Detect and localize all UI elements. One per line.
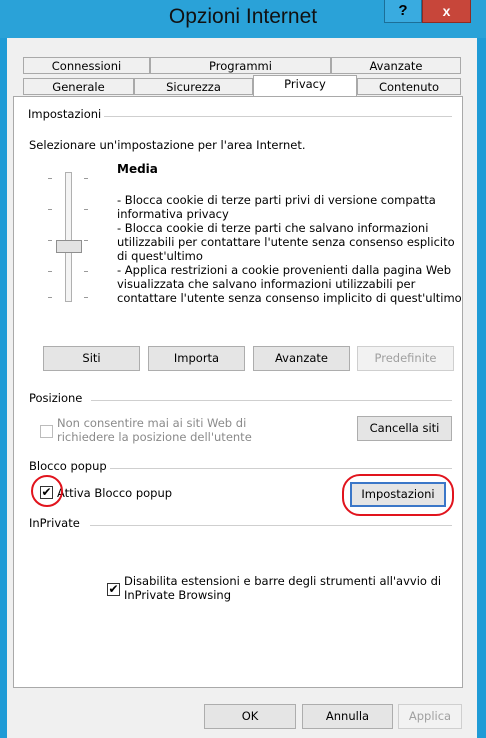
dialog-window: Opzioni Internet ? x Connessioni Program… [0,0,486,738]
location-group-divider [91,400,452,401]
slider-tick [48,240,52,241]
tab-generale[interactable]: Generale [23,78,134,95]
privacy-description-line: contattare l'utente senza consenso impli… [117,291,462,305]
privacy-description-line: informativa privacy [117,207,229,221]
privacy-description-line: - Blocca cookie di terze parti che salva… [117,221,429,235]
location-checkbox-label: richiedere la posizione dell'utente [57,430,252,444]
inprivate-checkbox[interactable]: ✔ [107,583,120,596]
apply-button[interactable]: Applica [398,704,462,729]
inprivate-group-label: InPrivate [29,516,80,530]
privacy-level-slider[interactable] [48,172,100,302]
slider-tick [48,209,52,210]
help-button[interactable]: ? [384,0,422,23]
inprivate-checkbox-label: InPrivate Browsing [124,588,232,602]
location-checkbox-label: Non consentire mai ai siti Web di [57,416,247,430]
slider-tick [84,178,88,179]
inprivate-checkbox-label: Disabilita estensioni e barre degli stru… [124,574,442,588]
highlight-circle [31,475,63,507]
slider-thumb[interactable] [56,240,82,253]
advanced-button[interactable]: Avanzate [253,346,350,371]
sites-button[interactable]: Siti [43,346,140,371]
close-button[interactable]: x [422,0,471,23]
privacy-description-line: utilizzabili per contattare l'utente sen… [117,235,455,249]
slider-tick [84,209,88,210]
privacy-level-title: Media [117,162,158,176]
title-bar[interactable]: Opzioni Internet ? x [0,0,486,38]
clear-sites-button[interactable]: Cancella siti [357,416,452,441]
ok-button[interactable]: OK [204,704,296,729]
tab-connessioni[interactable]: Connessioni [23,57,150,74]
popup-blocker-label: Attiva Blocco popup [57,486,173,500]
slider-tick [48,297,52,298]
cancel-button[interactable]: Annulla [302,704,393,729]
slider-tick [48,271,52,272]
highlight-oval [342,474,454,516]
privacy-description-line: visualizzata che salvano informazioni ut… [117,277,416,291]
settings-group-divider [104,116,452,117]
import-button[interactable]: Importa [148,346,245,371]
tab-programmi[interactable]: Programmi [150,57,331,74]
slider-tick [84,240,88,241]
privacy-description-line: - Applica restrizioni a cookie provenien… [117,263,451,277]
popup-group-label: Blocco popup [29,459,107,473]
tab-sicurezza[interactable]: Sicurezza [134,78,253,95]
popup-group-divider [110,468,452,469]
tab-contenuto[interactable]: Contenuto [357,78,461,95]
tab-avanzate[interactable]: Avanzate [331,57,461,74]
tab-privacy[interactable]: Privacy [253,75,357,96]
privacy-description-line: di quest'ultimo [117,249,203,263]
slider-tick [84,297,88,298]
default-button[interactable]: Predefinite [357,346,454,371]
slider-track [65,172,72,302]
location-group-label: Posizione [29,391,83,405]
settings-group-label: Impostazioni [28,107,102,121]
slider-tick [48,178,52,179]
privacy-description-line: - Blocca cookie di terze parti privi di … [117,193,436,207]
inprivate-group-divider [90,525,452,526]
location-checkbox[interactable] [40,425,53,438]
settings-prompt: Selezionare un'impostazione per l'area I… [29,138,306,152]
slider-tick [84,271,88,272]
